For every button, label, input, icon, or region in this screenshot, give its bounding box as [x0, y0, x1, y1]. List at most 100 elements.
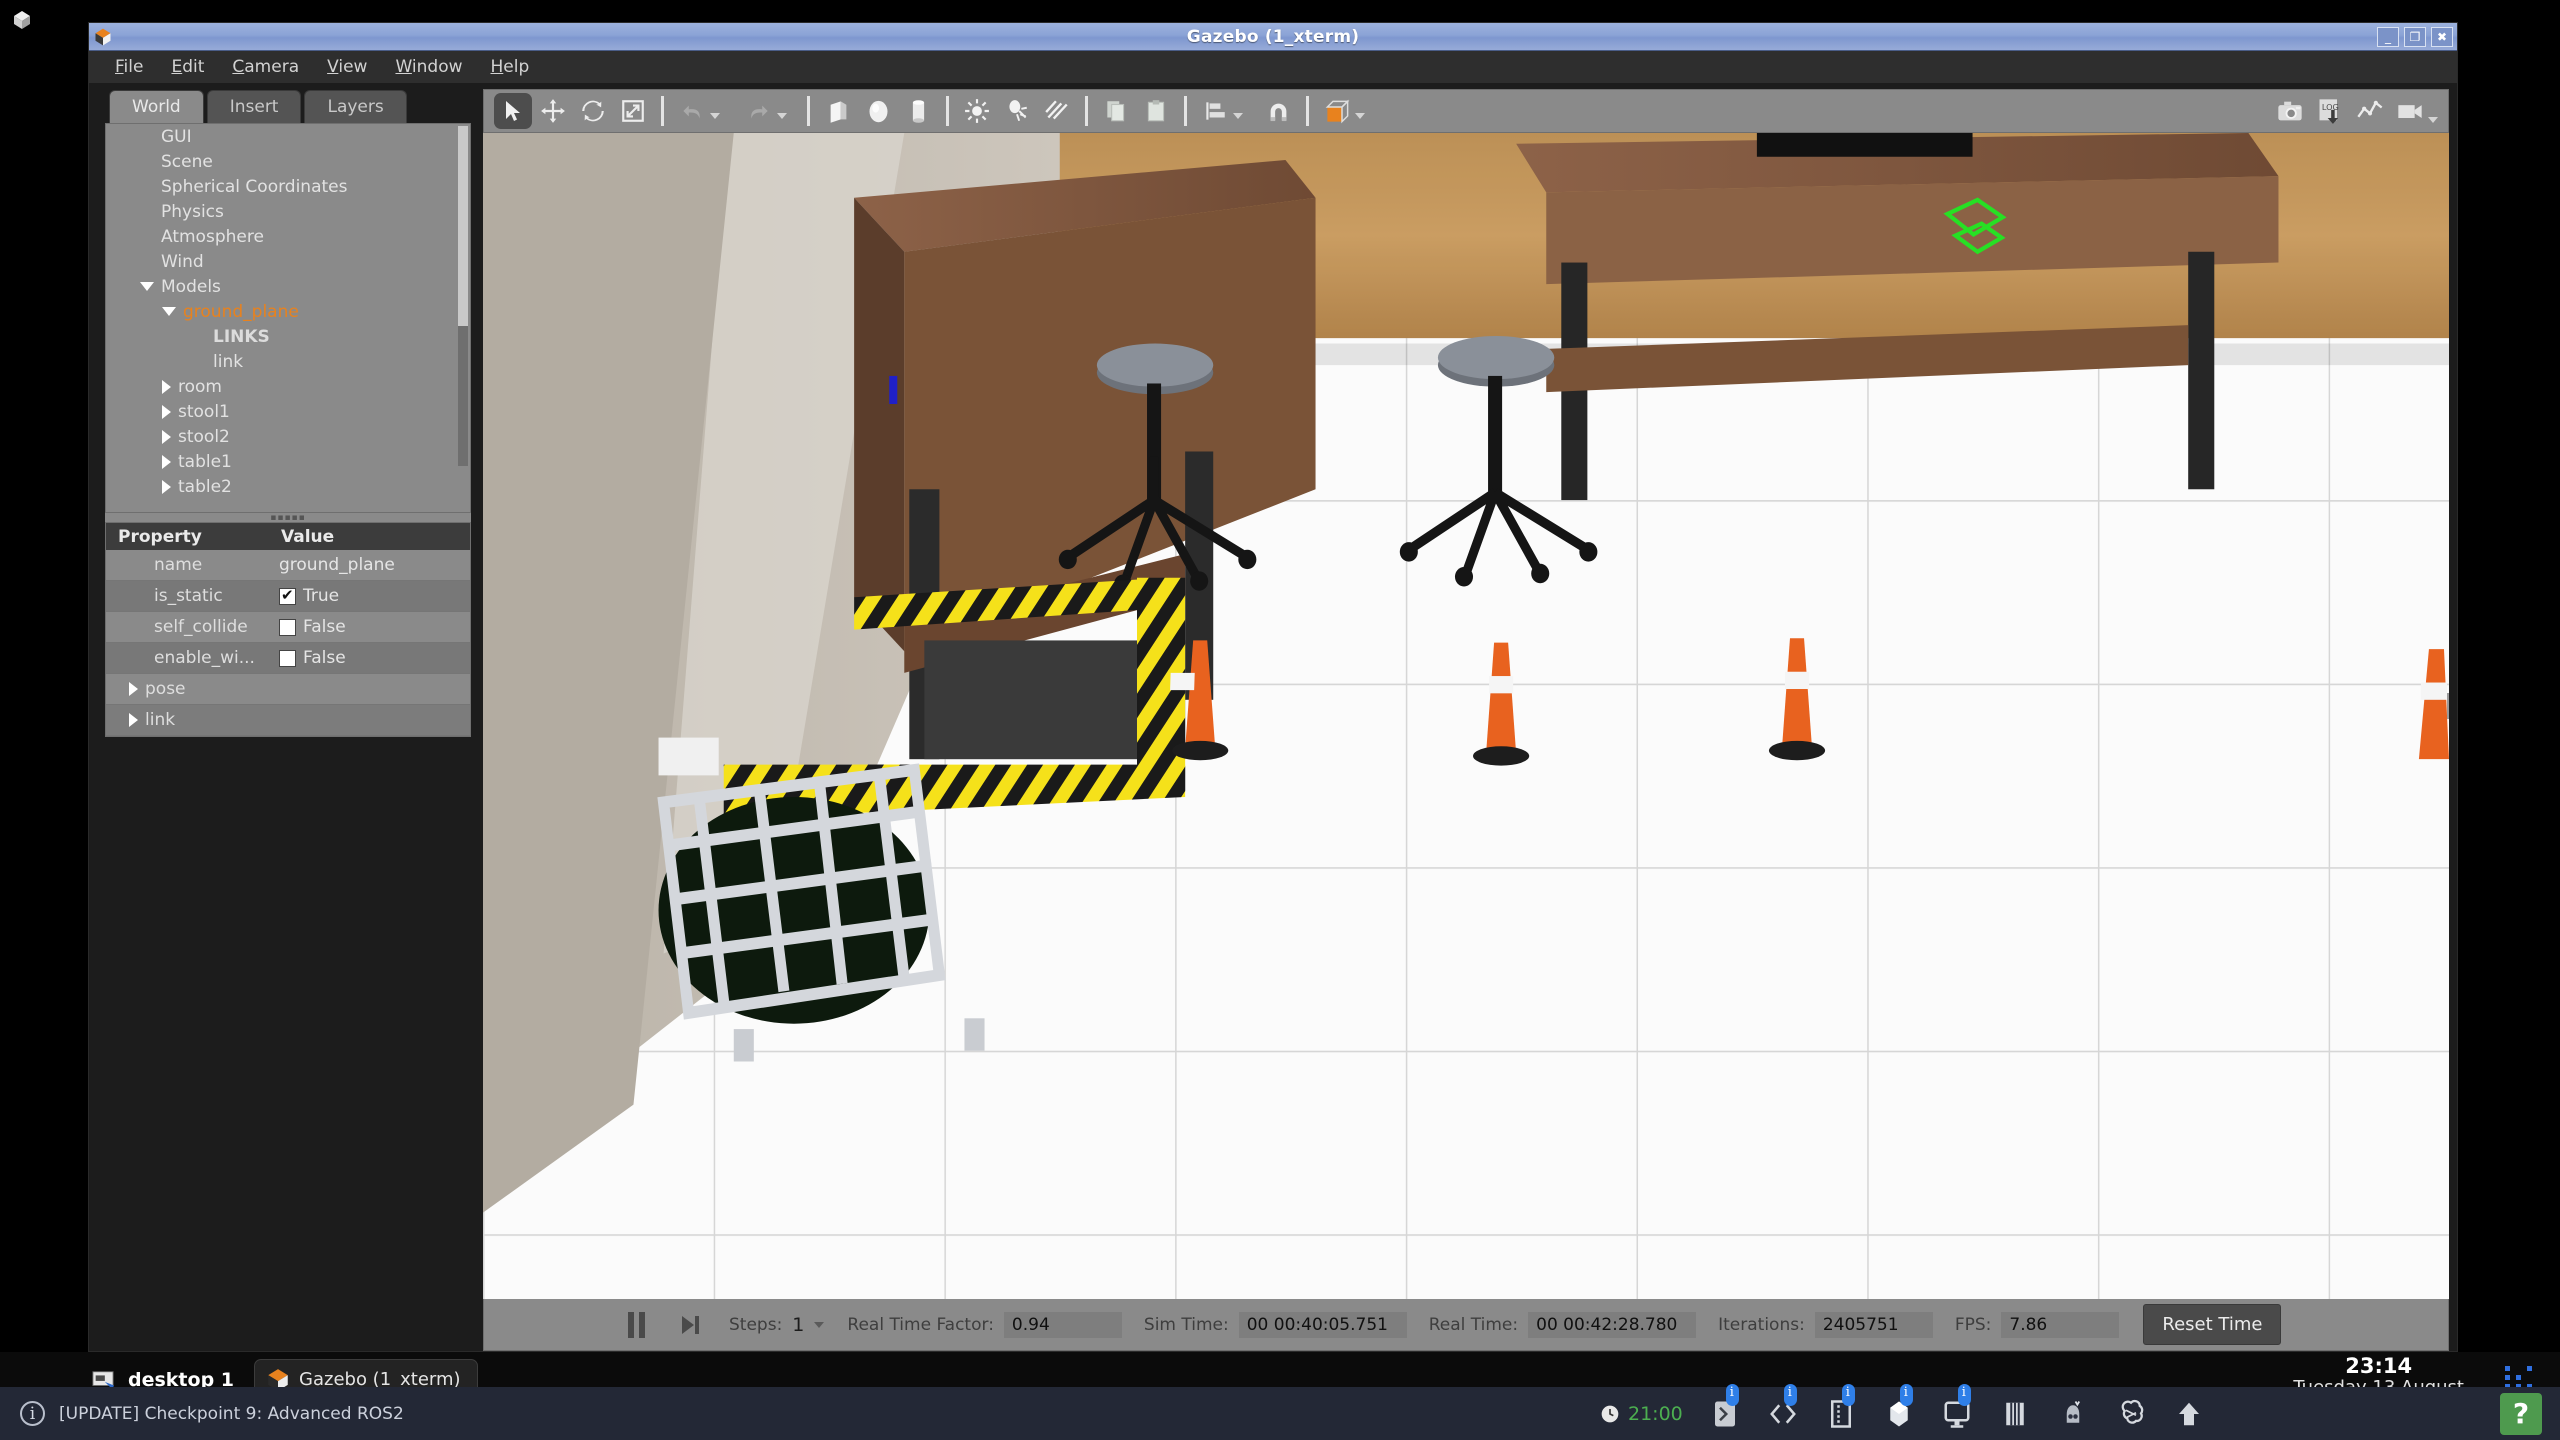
- terminal-icon[interactable]: [1709, 1383, 1741, 1430]
- scale-mode-button[interactable]: [614, 93, 652, 129]
- chevron-right-icon[interactable]: [162, 454, 171, 469]
- table-row[interactable]: name ground_plane: [106, 550, 470, 581]
- tree-item-table2[interactable]: table2: [106, 474, 470, 499]
- tray-clock[interactable]: 21:00: [1600, 1403, 1683, 1425]
- chevron-right-icon[interactable]: [129, 713, 138, 727]
- header-value: Value: [281, 526, 335, 547]
- gazebo-3d-viewport[interactable]: [483, 133, 2449, 1299]
- chevron-right-icon[interactable]: [162, 479, 171, 494]
- rotate-mode-button[interactable]: [574, 93, 612, 129]
- tree-item-stool1[interactable]: stool1: [106, 399, 470, 424]
- align-dropdown-caret-icon[interactable]: [1233, 113, 1243, 119]
- viewport-resize-handle[interactable]: [2447, 692, 2449, 719]
- tab-world[interactable]: World: [109, 90, 204, 123]
- plot-button[interactable]: [2351, 93, 2389, 129]
- steps-label: Steps:: [729, 1314, 783, 1335]
- close-button[interactable]: ✖: [2431, 26, 2453, 47]
- enable-wind-checkbox[interactable]: [279, 649, 296, 667]
- paste-button[interactable]: [1137, 93, 1175, 129]
- tree-item-link[interactable]: link: [106, 349, 470, 374]
- code-icon[interactable]: [1767, 1383, 1799, 1430]
- gazebo-cube-icon[interactable]: [1883, 1383, 1915, 1430]
- undo-dropdown-caret-icon[interactable]: [710, 113, 720, 119]
- select-mode-button[interactable]: [494, 93, 532, 129]
- world-tree[interactable]: GUI Scene Spherical Coordinates Physics Atmo…: [105, 123, 471, 513]
- tree-item-wind[interactable]: Wind: [106, 249, 470, 274]
- table-row[interactable]: self_collide False: [106, 612, 470, 643]
- pause-icon[interactable]: [628, 1311, 645, 1338]
- property-pose-row[interactable]: pose: [106, 674, 470, 705]
- tree-item-links[interactable]: LINKS: [106, 324, 470, 349]
- chevron-right-icon[interactable]: [162, 404, 171, 419]
- update-note[interactable]: i [UPDATE] Checkpoint 9: Advanced ROS2: [20, 1401, 404, 1426]
- undo-button[interactable]: [673, 93, 711, 129]
- is-static-checkbox[interactable]: [279, 586, 296, 605]
- window-title: Gazebo (1_xterm): [1186, 26, 1360, 47]
- tree-item-label: Scene: [161, 151, 213, 172]
- self-collide-checkbox[interactable]: [279, 618, 296, 636]
- tree-item-stool2[interactable]: stool2: [106, 424, 470, 449]
- view-angle-button[interactable]: [1318, 93, 1356, 129]
- tree-item-scene[interactable]: Scene: [106, 149, 470, 174]
- home-icon[interactable]: [2173, 1398, 2205, 1430]
- align-button[interactable]: [1196, 93, 1234, 129]
- chevron-down-icon[interactable]: [140, 282, 154, 291]
- chevron-down-icon[interactable]: [162, 307, 176, 316]
- steps-dropdown-caret-icon[interactable]: [814, 1321, 825, 1328]
- tree-item-gui[interactable]: GUI: [106, 124, 470, 149]
- robot-icon[interactable]: [2057, 1398, 2089, 1430]
- tree-item-physics[interactable]: Physics: [106, 199, 470, 224]
- view-angle-dropdown-caret-icon[interactable]: [1355, 113, 1365, 119]
- spot-light-button[interactable]: [998, 93, 1036, 129]
- table-row[interactable]: enable_wi... False: [106, 643, 470, 674]
- window-titlebar[interactable]: Gazebo (1_xterm) _ ❐ ✖: [89, 23, 2457, 51]
- step-forward-icon[interactable]: [677, 1312, 701, 1338]
- screenshot-button[interactable]: [2271, 93, 2309, 129]
- redo-dropdown-caret-icon[interactable]: [777, 113, 787, 119]
- minimize-button[interactable]: _: [2377, 26, 2399, 47]
- table-row[interactable]: is_static True: [106, 581, 470, 612]
- tree-item-table1[interactable]: table1: [106, 449, 470, 474]
- insert-box-button[interactable]: [819, 93, 857, 129]
- panel-splitter[interactable]: ▪▪▪▪▪: [105, 513, 471, 522]
- tree-item-room[interactable]: room: [106, 374, 470, 399]
- reset-time-button[interactable]: Reset Time: [2143, 1304, 2282, 1345]
- chevron-right-icon[interactable]: [162, 379, 171, 394]
- menu-camera[interactable]: Camera: [220, 54, 311, 80]
- tree-item-spherical-coordinates[interactable]: Spherical Coordinates: [106, 174, 470, 199]
- menu-help[interactable]: Help: [479, 54, 542, 80]
- tree-scrollbar[interactable]: [458, 126, 468, 466]
- chevron-right-icon[interactable]: [162, 429, 171, 444]
- chevron-right-icon[interactable]: [129, 682, 138, 696]
- restore-button[interactable]: ❐: [2404, 26, 2426, 47]
- redo-button[interactable]: [740, 93, 778, 129]
- tab-insert[interactable]: Insert: [206, 90, 302, 123]
- menu-edit[interactable]: Edit: [159, 54, 216, 80]
- insert-cylinder-button[interactable]: [899, 93, 937, 129]
- menu-file[interactable]: File: [103, 54, 155, 80]
- toolbar-separator: [1184, 96, 1187, 126]
- tree-item-models[interactable]: Models: [106, 274, 470, 299]
- steps-value[interactable]: 1: [792, 1314, 804, 1336]
- directional-light-button[interactable]: [1038, 93, 1076, 129]
- snap-button[interactable]: [1259, 93, 1297, 129]
- help-button[interactable]: ?: [2500, 1392, 2542, 1435]
- log-record-button[interactable]: LOG: [2311, 93, 2349, 129]
- openai-icon[interactable]: [2115, 1398, 2147, 1430]
- translate-mode-button[interactable]: [534, 93, 572, 129]
- tree-item-ground-plane[interactable]: ground_plane: [106, 299, 470, 324]
- copy-button[interactable]: [1097, 93, 1135, 129]
- insert-sphere-button[interactable]: [859, 93, 897, 129]
- tab-layers[interactable]: Layers: [304, 90, 407, 123]
- tree-item-atmosphere[interactable]: Atmosphere: [106, 224, 470, 249]
- video-dropdown-caret-icon[interactable]: [2428, 117, 2438, 123]
- point-light-button[interactable]: [958, 93, 996, 129]
- property-pose-label: pose: [145, 679, 186, 699]
- menu-view[interactable]: View: [315, 54, 379, 80]
- monitor-icon[interactable]: [1941, 1383, 1973, 1430]
- notebook-icon[interactable]: [1825, 1383, 1857, 1430]
- property-link-row[interactable]: link: [106, 705, 470, 736]
- video-record-button[interactable]: [2391, 93, 2429, 129]
- menu-window[interactable]: Window: [383, 54, 474, 80]
- book-icon[interactable]: [1999, 1398, 2031, 1430]
